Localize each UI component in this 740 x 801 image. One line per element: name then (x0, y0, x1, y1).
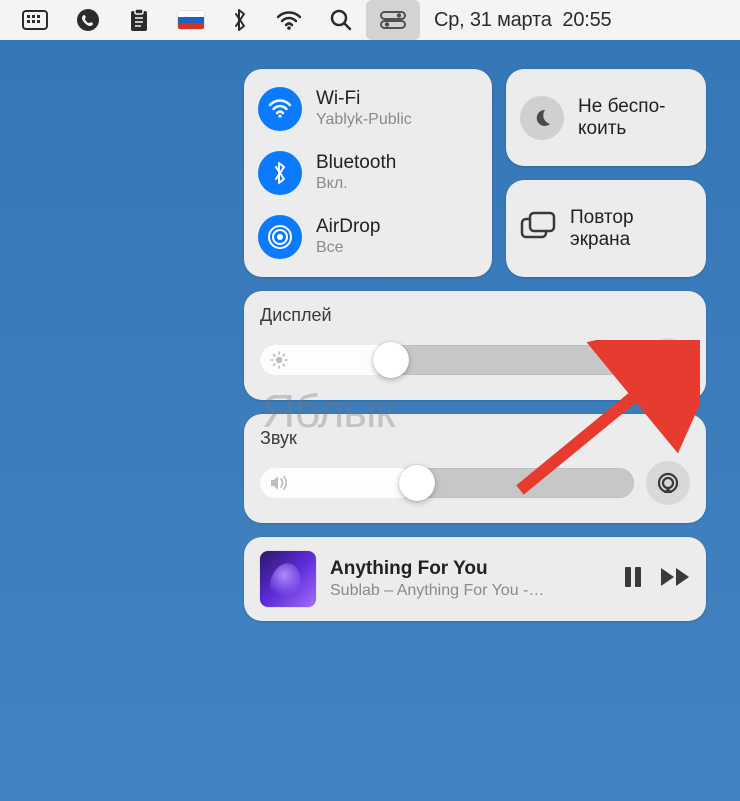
do-not-disturb-button[interactable]: Не беспо- коить (506, 69, 706, 166)
dnd-label: Не беспо- коить (578, 96, 666, 140)
display-settings-button[interactable] (646, 338, 690, 382)
spotlight-icon[interactable] (316, 0, 366, 40)
album-art (260, 551, 316, 607)
bluetooth-menubar-icon[interactable] (218, 0, 262, 40)
airdrop-title: AirDrop (316, 217, 380, 238)
keyboard-viewer-icon[interactable] (8, 0, 62, 40)
bluetooth-subtitle: Вкл. (316, 175, 396, 193)
fast-forward-icon (660, 567, 690, 587)
now-playing-title: Anything For You (330, 558, 610, 580)
screen-mirror-label: Повтор экрана (570, 207, 634, 251)
wifi-toggle[interactable]: Wi-Fi Yablyk-Public (258, 81, 478, 137)
wifi-subtitle: Yablyk-Public (316, 111, 412, 129)
sound-title: Звук (260, 428, 690, 449)
display-title: Дисплей (260, 305, 690, 326)
viber-icon[interactable] (62, 0, 114, 40)
pause-button[interactable] (624, 566, 642, 593)
airdrop-toggle[interactable]: AirDrop Все (258, 209, 478, 265)
connectivity-card: Wi-Fi Yablyk-Public Bluetooth Вкл. Air (244, 69, 492, 277)
airplay-audio-button[interactable] (646, 461, 690, 505)
moon-icon (520, 96, 564, 140)
flag-russia-icon (178, 11, 204, 29)
brightness-slider[interactable] (260, 345, 634, 375)
sun-icon (270, 351, 288, 369)
now-playing-card[interactable]: Anything For You Sublab – Anything For Y… (244, 537, 706, 621)
display-icon (656, 351, 680, 369)
wifi-menubar-icon[interactable] (262, 0, 316, 40)
now-playing-subtitle: Sublab – Anything For You -… (330, 582, 610, 600)
screen-mirror-icon (520, 211, 556, 246)
menubar-date[interactable]: Ср, 31 марта 20:55 (420, 9, 625, 32)
airdrop-icon (258, 215, 302, 259)
speaker-icon (270, 475, 290, 491)
input-source-flag[interactable] (164, 0, 218, 40)
airdrop-subtitle: Все (316, 239, 380, 257)
sound-card: Звук (244, 414, 706, 523)
airplay-icon (656, 471, 680, 495)
menubar: Ср, 31 марта 20:55 (0, 0, 740, 40)
screen-mirroring-button[interactable]: Повтор экрана (506, 180, 706, 277)
pause-icon (624, 566, 642, 588)
control-center-icon[interactable] (366, 0, 420, 40)
control-center-panel: Wi-Fi Yablyk-Public Bluetooth Вкл. Air (230, 55, 720, 635)
wifi-icon (258, 87, 302, 131)
volume-slider[interactable] (260, 468, 634, 498)
bluetooth-title: Bluetooth (316, 153, 396, 174)
display-card: Дисплей (244, 291, 706, 400)
bluetooth-icon (258, 151, 302, 195)
next-track-button[interactable] (660, 567, 690, 592)
bluetooth-toggle[interactable]: Bluetooth Вкл. (258, 145, 478, 201)
clipboard-icon[interactable] (114, 0, 164, 40)
wifi-title: Wi-Fi (316, 89, 412, 110)
